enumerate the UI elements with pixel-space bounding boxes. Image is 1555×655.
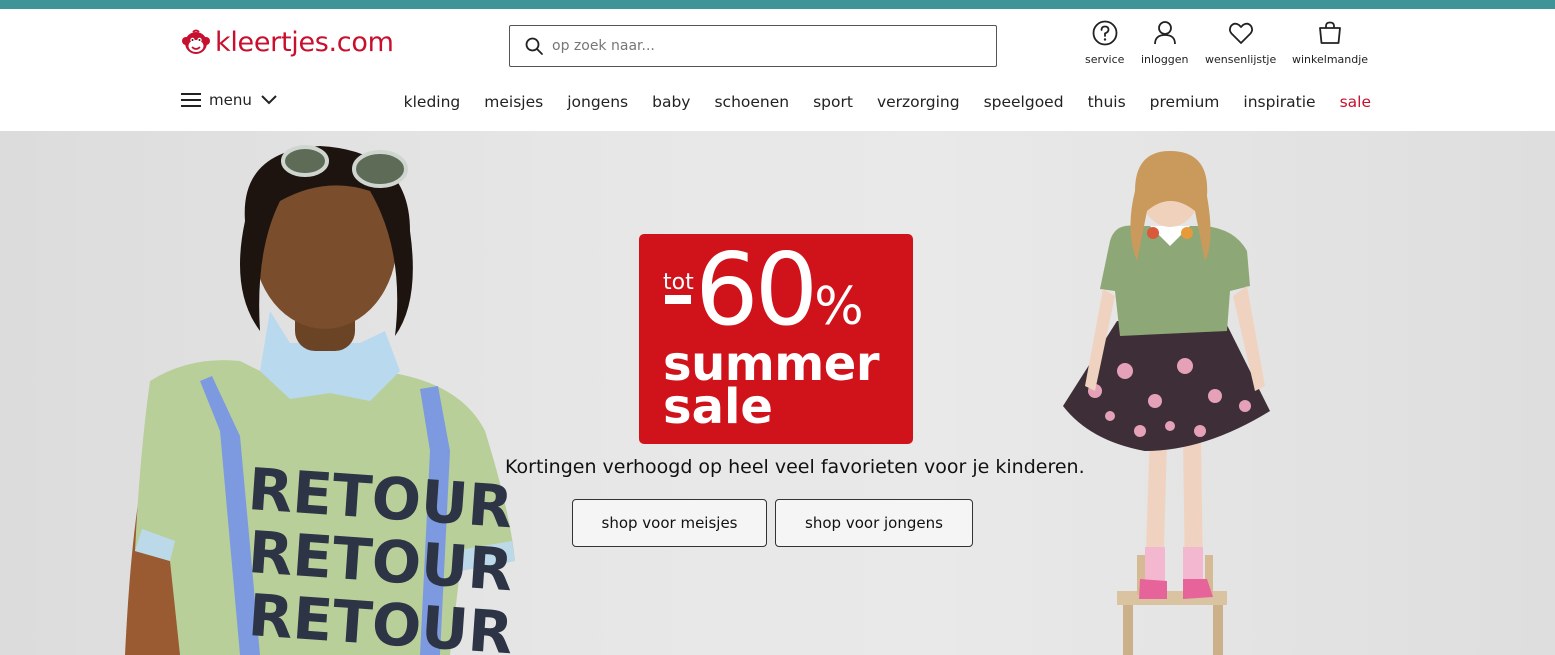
girl-model-image — [1063, 151, 1270, 655]
monkey-logo-icon — [182, 29, 210, 54]
logo[interactable]: kleertjes.com — [181, 27, 394, 58]
nav-item-meisjes[interactable]: meisjes — [484, 93, 543, 111]
chevron-down-icon — [261, 95, 277, 105]
nav-item-schoenen[interactable]: schoenen — [714, 93, 789, 111]
boy-model-image: RETOUR RETOUR RETOUR — [125, 145, 515, 655]
promo-percent-sign: % — [814, 277, 864, 337]
main-nav: kleding meisjes jongens baby schoenen sp… — [404, 93, 1371, 111]
cart-label: winkelmandje — [1292, 53, 1369, 66]
nav-item-premium[interactable]: premium — [1150, 93, 1220, 111]
login-label: inloggen — [1141, 53, 1189, 66]
promo-discount: 60% — [695, 240, 864, 340]
logo-text: kleertjes.com — [215, 27, 394, 58]
hero-tagline: Kortingen verhoogd op heel veel favoriet… — [505, 456, 1085, 478]
search-icon — [525, 37, 543, 55]
nav-item-jongens[interactable]: jongens — [567, 93, 628, 111]
login-link[interactable]: inloggen — [1141, 19, 1189, 66]
hero-banner[interactable]: RETOUR RETOUR RETOUR tot 60% summer sale… — [0, 131, 1555, 655]
shop-boys-button[interactable]: shop voor jongens — [775, 499, 973, 547]
promo-line-2: sale — [663, 379, 773, 435]
service-label: service — [1085, 53, 1125, 66]
wishlist-label: wensenlijstje — [1205, 53, 1277, 66]
nav-item-sport[interactable]: sport — [813, 93, 853, 111]
nav-item-kleding[interactable]: kleding — [404, 93, 461, 111]
nav-item-baby[interactable]: baby — [652, 93, 690, 111]
promo-discount-value: 60 — [695, 231, 818, 348]
nav-item-inspiratie[interactable]: inspiratie — [1243, 93, 1315, 111]
menu-label: menu — [209, 91, 252, 109]
nav-item-speelgoed[interactable]: speelgoed — [984, 93, 1064, 111]
hamburger-icon — [181, 93, 201, 107]
top-accent-bar — [0, 0, 1555, 9]
menu-button[interactable]: menu — [181, 91, 278, 109]
search-bar[interactable] — [509, 25, 997, 67]
service-link[interactable]: service — [1085, 19, 1124, 66]
promo-minus — [665, 295, 691, 304]
help-circle-icon — [1092, 20, 1118, 46]
user-icon — [1153, 21, 1176, 45]
site-header: kleertjes.com service inloggen wensenlij… — [0, 9, 1555, 131]
nav-item-sale[interactable]: sale — [1340, 93, 1371, 111]
wishlist-link[interactable]: wensenlijstje — [1205, 19, 1276, 66]
sale-promo-badge[interactable]: tot 60% summer sale — [639, 234, 913, 444]
shop-girls-button[interactable]: shop voor meisjes — [572, 499, 767, 547]
search-input[interactable] — [552, 38, 972, 54]
shopping-bag-icon — [1319, 21, 1341, 44]
promo-prefix: tot — [663, 270, 694, 295]
nav-item-thuis[interactable]: thuis — [1088, 93, 1126, 111]
heart-icon — [1228, 22, 1253, 44]
cart-link[interactable]: winkelmandje — [1292, 19, 1368, 66]
nav-item-verzorging[interactable]: verzorging — [877, 93, 960, 111]
